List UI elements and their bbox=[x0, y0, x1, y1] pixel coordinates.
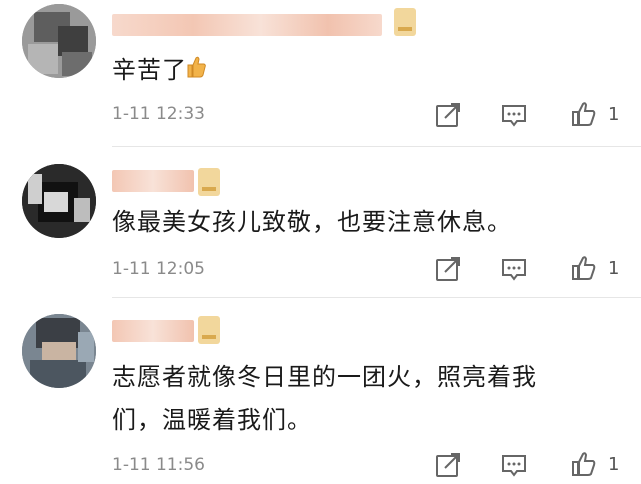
username-blurred[interactable] bbox=[112, 320, 194, 342]
divider bbox=[112, 297, 641, 298]
share-icon[interactable] bbox=[434, 255, 462, 283]
share-icon[interactable] bbox=[434, 451, 462, 479]
divider bbox=[112, 146, 641, 147]
like-icon[interactable] bbox=[570, 450, 598, 478]
comment-text: 像最美女孩儿致敬，也要注意休息。 bbox=[112, 208, 512, 236]
comment-time: 1-11 12:05 bbox=[112, 259, 205, 279]
thumbs-up-emoji-icon bbox=[187, 52, 207, 90]
reply-icon[interactable] bbox=[500, 255, 528, 283]
avatar[interactable] bbox=[22, 164, 96, 238]
reply-icon[interactable] bbox=[500, 101, 528, 129]
comment-time: 1-11 11:56 bbox=[112, 455, 205, 475]
like-count: 1 bbox=[608, 258, 620, 279]
comment-text: 辛苦了 bbox=[112, 51, 612, 90]
comment-time: 1-11 12:33 bbox=[112, 104, 205, 124]
like-count: 1 bbox=[608, 454, 620, 475]
comment-text-line: 们，温暖着我们。 bbox=[112, 406, 312, 434]
reply-icon[interactable] bbox=[500, 451, 528, 479]
like-icon[interactable] bbox=[570, 100, 598, 128]
avatar[interactable] bbox=[22, 314, 96, 388]
comment-item: 志愿者就像冬日里的一团火，照亮着我 们，温暖着我们。 1-11 11:56 1 bbox=[0, 300, 641, 484]
like-icon[interactable] bbox=[570, 254, 598, 282]
avatar[interactable] bbox=[22, 4, 96, 78]
member-badge-icon bbox=[198, 168, 220, 196]
comment-text: 志愿者就像冬日里的一团火，照亮着我 们，温暖着我们。 bbox=[112, 358, 612, 439]
like-count: 1 bbox=[608, 104, 620, 125]
comment-text-line: 志愿者就像冬日里的一团火，照亮着我 bbox=[112, 363, 537, 391]
member-badge-icon bbox=[198, 316, 220, 344]
comment-item: 辛苦了 1-11 12:33 1 bbox=[0, 0, 641, 150]
username-blurred[interactable] bbox=[112, 170, 194, 192]
share-icon[interactable] bbox=[434, 101, 462, 129]
comment-item: 像最美女孩儿致敬，也要注意休息。 1-11 12:05 1 bbox=[0, 150, 641, 300]
member-badge-icon bbox=[394, 8, 416, 36]
username-blurred[interactable] bbox=[112, 14, 382, 36]
